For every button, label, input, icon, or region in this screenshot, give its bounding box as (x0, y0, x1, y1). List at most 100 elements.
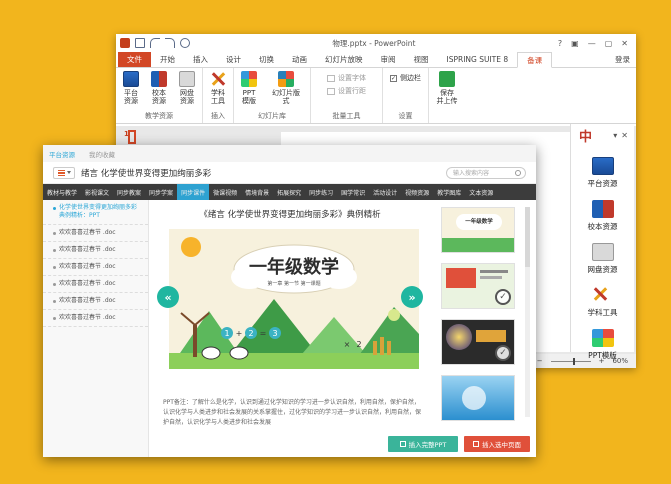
template-icon (591, 329, 614, 347)
check-icon[interactable]: ✓ (495, 289, 511, 305)
ribbon-display-button[interactable]: ▣ (571, 39, 579, 48)
list-item[interactable]: 欢欢喜喜过春节 .doc (43, 293, 148, 310)
close-button[interactable]: ✕ (621, 39, 628, 48)
list-item-label: 欢欢喜喜过春节 .doc (59, 263, 116, 270)
tab-view[interactable]: 视图 (405, 52, 438, 67)
subject-tools-button[interactable]: 学科 工具 (207, 71, 229, 111)
search-icon[interactable] (515, 169, 521, 176)
ppt-template-button[interactable]: PPT 模版 (238, 71, 260, 111)
school-resources-button[interactable]: 校本 资源 (148, 71, 170, 111)
sidebar-checkbox[interactable]: ✓ 侧边栏 (390, 73, 421, 83)
nav-item[interactable]: 同步教案 (113, 184, 145, 200)
tab-insert[interactable]: 插入 (184, 52, 217, 67)
signin-link[interactable]: 登录 (615, 52, 636, 67)
tab-design[interactable]: 设计 (217, 52, 250, 67)
set-font-button[interactable]: 设置字体 (327, 73, 366, 83)
pane-subject-tools[interactable]: 学科工具 (571, 286, 634, 318)
list-item[interactable]: 欢欢喜喜过春节 .doc (43, 242, 148, 259)
prev-slide-button[interactable]: « (157, 286, 179, 308)
tab-file[interactable]: 文件 (118, 52, 151, 67)
zoom-out-button[interactable]: − (537, 357, 543, 365)
pane-ppt-template[interactable]: PPT模版 (571, 329, 634, 361)
touch-mode-icon[interactable] (180, 38, 190, 48)
insert-full-ppt-label: 插入完整PPT (408, 441, 447, 449)
platform-resources-button[interactable]: 平台 资源 (120, 71, 142, 111)
pane-item-label: 网盘资源 (587, 265, 618, 274)
tab-transitions[interactable]: 切换 (250, 52, 283, 67)
help-button[interactable]: ? (558, 39, 562, 48)
thumbnail[interactable]: 一年级数学 (441, 207, 515, 253)
checkbox-checked[interactable]: ✓ (390, 74, 397, 82)
insert-icon (473, 441, 479, 447)
insert-full-ppt-button[interactable]: 插入完整PPT (388, 436, 458, 452)
save-icon[interactable] (135, 38, 145, 48)
thumbnail[interactable] (441, 375, 515, 421)
nav-item[interactable]: 教材与教学 (43, 184, 81, 200)
list-item[interactable]: 欢欢喜喜过春节 .doc (43, 259, 148, 276)
check-icon[interactable]: ✓ (495, 345, 511, 361)
quick-access-toolbar (120, 38, 190, 48)
tab-ispring[interactable]: ISPRING SUITE 8 (438, 52, 518, 67)
equation-symbol: + (236, 329, 243, 338)
slide-layout-button[interactable]: 幻灯片版 式 (266, 71, 306, 111)
tab-review[interactable]: 审阅 (372, 52, 405, 67)
pane-close-button[interactable]: ✕ (621, 131, 628, 140)
pane-item-label: 平台资源 (587, 179, 618, 188)
group-batch-tools: 设置字体 设置行距 批量工具 (311, 68, 383, 123)
list-item[interactable]: 欢欢喜喜过春节 .doc (43, 276, 148, 293)
list-item-active[interactable]: 化学使世界变得更加绚丽多彩典例精析：PPT (43, 200, 148, 225)
set-line-spacing-button[interactable]: 设置行距 (327, 86, 366, 96)
group-label: 教学资源 (145, 112, 173, 120)
equation-symbol: 3 (272, 329, 277, 338)
group-slide-library: PPT 模版 幻灯片版 式 幻灯片库 (234, 68, 311, 123)
bullet-icon (53, 316, 56, 320)
tab-animations[interactable]: 动画 (283, 52, 316, 67)
maximize-button[interactable]: ▢ (605, 39, 613, 48)
powerpoint-logo-icon (120, 38, 130, 48)
pane-cloud-resources[interactable]: 网盘资源 (571, 243, 634, 275)
list-item[interactable]: 欢欢喜喜过春节 .doc (43, 310, 148, 327)
nav-item[interactable]: 视频资源 (401, 184, 433, 200)
nav-item[interactable]: 情境背景 (241, 184, 273, 200)
nav-item[interactable]: 影视课文 (81, 184, 113, 200)
nav-item[interactable]: 教学图库 (433, 184, 465, 200)
thumbnail-selected[interactable]: ✓ (441, 319, 515, 365)
button-label: 平台 资源 (124, 89, 138, 105)
undo-icon[interactable] (150, 38, 160, 48)
tab-platform-resources[interactable]: 平台资源 (49, 149, 75, 159)
cloud-resources-button[interactable]: 网盘 资源 (176, 71, 198, 111)
equation-symbol: 1 (224, 329, 229, 338)
nav-item[interactable]: 同步练习 (305, 184, 337, 200)
list-menu-button[interactable] (53, 166, 75, 179)
minimize-button[interactable]: — (588, 39, 596, 48)
tab-home[interactable]: 开始 (151, 52, 184, 67)
tab-my-favorites[interactable]: 我的收藏 (89, 149, 115, 159)
thumbnail-selected[interactable]: ✓ (441, 263, 515, 309)
tab-slideshow[interactable]: 幻灯片放映 (316, 52, 372, 67)
thumbnail-scrollbar[interactable] (525, 207, 530, 417)
group-label: 幻灯片库 (258, 112, 286, 120)
equation-symbol: = (260, 329, 267, 338)
nav-item[interactable]: 微课视频 (209, 184, 241, 200)
pane-school-resources[interactable]: 校本资源 (571, 200, 634, 232)
tools-icon (592, 286, 614, 304)
nav-item-active[interactable]: 同步课件 (177, 184, 210, 200)
dialog-title-row: 绪言 化学使世界变得更加绚丽多彩 输入搜索内容 (43, 162, 536, 184)
tab-lesson-prep[interactable]: 备课 (517, 52, 553, 68)
nav-item[interactable]: 活动设计 (369, 184, 401, 200)
nav-item[interactable]: 文本资源 (465, 184, 497, 200)
save-upload-button[interactable]: 保存 并上传 (433, 71, 461, 123)
insert-selected-pages-button[interactable]: 插入选中页面 (464, 436, 530, 452)
nav-item[interactable]: 拓展探究 (273, 184, 305, 200)
slide-thumbnail[interactable] (128, 130, 136, 144)
redo-icon[interactable] (165, 38, 175, 48)
list-item[interactable]: 欢欢喜喜过春节 .doc (43, 225, 148, 242)
next-slide-button[interactable]: » (401, 286, 423, 308)
cloud-drive-icon (591, 243, 614, 261)
nav-item[interactable]: 同步学案 (145, 184, 177, 200)
nav-item[interactable]: 国学常识 (337, 184, 369, 200)
pane-platform-resources[interactable]: 平台资源 (571, 157, 634, 189)
list-item-label: 欢欢喜喜过春节 .doc (59, 280, 116, 287)
pane-menu-button[interactable]: ▾ (613, 131, 617, 140)
search-input[interactable]: 输入搜索内容 (446, 166, 526, 179)
